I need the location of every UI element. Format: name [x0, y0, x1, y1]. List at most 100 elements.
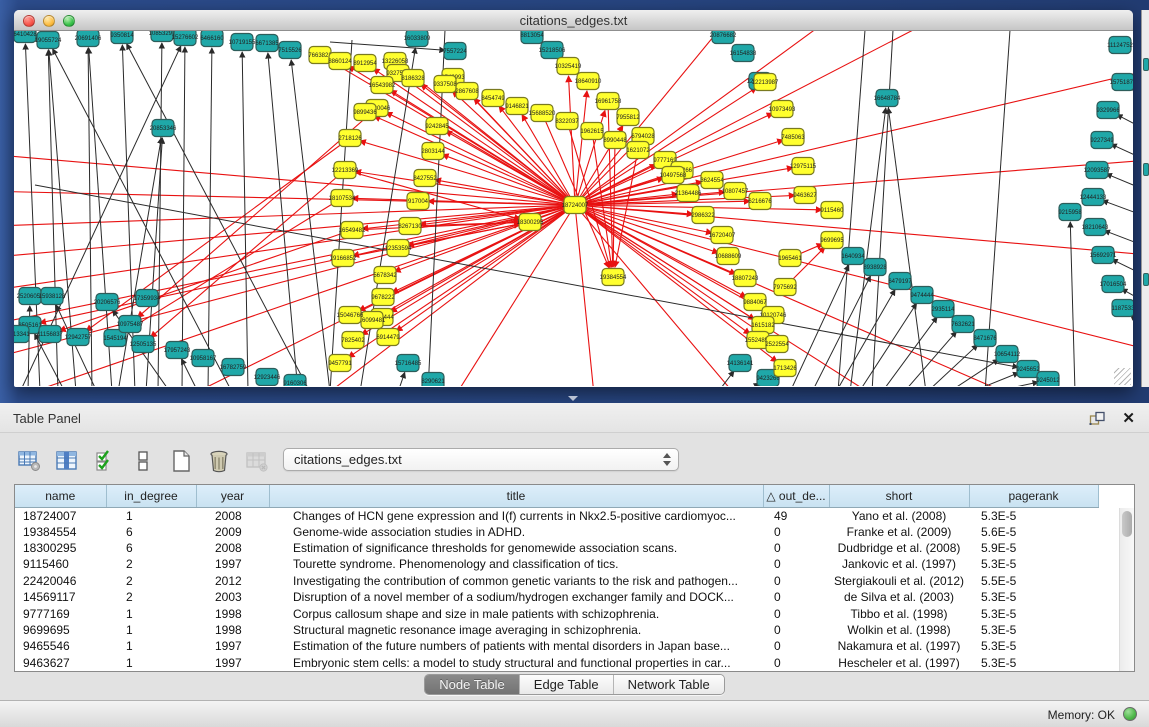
- graph-node[interactable]: 7632621: [951, 316, 975, 333]
- graph-node[interactable]: 7557224: [443, 43, 467, 60]
- column-header-pagerank[interactable]: pagerank: [969, 485, 1098, 507]
- scrollbar-thumb[interactable]: [1122, 511, 1132, 537]
- graph-node[interactable]: 10958167: [190, 350, 217, 367]
- window-resize-grip[interactable]: [1114, 368, 1131, 385]
- graph-node[interactable]: 9457791: [328, 355, 352, 372]
- graph-node[interactable]: 12505135: [130, 336, 157, 353]
- graph-node[interactable]: 8322037: [555, 113, 579, 130]
- graph-node[interactable]: 18807243: [732, 270, 759, 287]
- graph-node[interactable]: 14136141: [727, 355, 754, 372]
- graph-node[interactable]: 12213987: [752, 74, 779, 91]
- graph-node[interactable]: 3913341: [14, 326, 30, 343]
- graph-node[interactable]: 9699695: [820, 232, 844, 249]
- graph-node[interactable]: 9337508: [433, 76, 457, 93]
- graph-node[interactable]: 10973493: [769, 101, 796, 118]
- graph-node[interactable]: 17016504: [1100, 276, 1127, 293]
- graph-node[interactable]: 19166852: [330, 250, 357, 267]
- graph-node[interactable]: 19055724: [35, 32, 62, 49]
- graph-node[interactable]: 20876682: [710, 31, 737, 44]
- graph-node[interactable]: 16154838: [730, 45, 757, 62]
- memory-indicator-icon[interactable]: [1123, 707, 1137, 721]
- graph-node[interactable]: 3624554: [700, 172, 724, 189]
- graph-node[interactable]: 12444133: [1080, 189, 1107, 206]
- graph-node[interactable]: 7485063: [781, 129, 805, 146]
- table-row[interactable]: 1872400712008Changes of HCN gene express…: [15, 507, 1098, 524]
- graph-node[interactable]: 21364486: [675, 185, 702, 202]
- show-columns-button[interactable]: [54, 448, 80, 474]
- citation-network-graph[interactable]: 6410428190557242069140693508141085329715…: [14, 31, 1133, 386]
- graph-node[interactable]: 917004: [407, 193, 429, 210]
- table-row[interactable]: 946362711997Embryonic stem cells: a mode…: [15, 655, 1098, 671]
- graph-node[interactable]: 8860124: [328, 53, 352, 70]
- graph-node[interactable]: 9146821: [505, 98, 529, 115]
- network-window-titlebar[interactable]: citations_edges.txt: [14, 10, 1133, 31]
- table-row[interactable]: 946554611997Estimation of the future num…: [15, 638, 1098, 654]
- column-header-title[interactable]: title: [269, 485, 763, 507]
- graph-node[interactable]: 1965461: [778, 250, 802, 267]
- graph-node[interactable]: 10325419: [555, 58, 582, 75]
- graph-node[interactable]: 1962615: [580, 123, 604, 140]
- graph-node[interactable]: 15688520: [529, 105, 556, 122]
- table-row[interactable]: 2242004622012Investigating the contribut…: [15, 573, 1098, 589]
- row-checks-button[interactable]: [92, 448, 118, 474]
- graph-node[interactable]: 9227349: [1090, 132, 1114, 149]
- graph-node[interactable]: 17359934: [134, 290, 161, 307]
- graph-node[interactable]: 15218506: [539, 42, 566, 59]
- graph-node[interactable]: 8471676: [973, 330, 997, 347]
- graph-node[interactable]: 8990448: [603, 132, 627, 149]
- graph-node[interactable]: 16543982: [369, 77, 396, 94]
- graph-node[interactable]: 9215958: [1058, 204, 1082, 221]
- graph-node[interactable]: 6914479: [376, 329, 400, 346]
- graph-node[interactable]: 8912954: [353, 55, 377, 72]
- table-row[interactable]: 1830029562008Estimation of significance …: [15, 540, 1098, 556]
- graph-node[interactable]: 2803144: [421, 143, 445, 160]
- graph-node[interactable]: 20691406: [75, 31, 102, 47]
- graph-node[interactable]: 6479197: [888, 273, 912, 290]
- table-mode-button[interactable]: [16, 448, 42, 474]
- graph-node[interactable]: 8427552: [413, 170, 437, 187]
- new-column-button[interactable]: [168, 448, 194, 474]
- graph-node[interactable]: 1187533: [1112, 300, 1133, 317]
- graph-node[interactable]: 10497568: [660, 167, 687, 184]
- graph-node[interactable]: 9474444: [910, 287, 934, 304]
- table-row[interactable]: 911546021997Tourette syndrome. Phenomeno…: [15, 556, 1098, 572]
- tab-node-table[interactable]: Node Table: [425, 675, 519, 694]
- graph-node[interactable]: 1621072: [626, 142, 650, 159]
- graph-node[interactable]: 15046766: [337, 307, 364, 324]
- graph-node[interactable]: 9678222: [371, 289, 395, 306]
- close-panel-icon[interactable]: ✕: [1122, 409, 1135, 427]
- graph-node[interactable]: 8290621: [421, 373, 445, 387]
- graph-node[interactable]: 15716485: [395, 355, 422, 372]
- graph-node[interactable]: 2522554: [765, 336, 789, 353]
- graph-node[interactable]: 12213369: [332, 162, 359, 179]
- graph-node[interactable]: 15751874: [1110, 74, 1133, 91]
- graph-node[interactable]: 2935114: [932, 301, 956, 318]
- graph-node[interactable]: 15692971: [1090, 247, 1117, 264]
- graph-node[interactable]: 10975487: [117, 316, 144, 333]
- graph-node[interactable]: 1713426: [773, 360, 797, 377]
- column-header-name[interactable]: name: [15, 485, 106, 507]
- table-row[interactable]: 1456911722003Disruption of a novel membe…: [15, 589, 1098, 605]
- table-row[interactable]: 1938455462009Genome-wide association stu…: [15, 524, 1098, 540]
- graph-node[interactable]: 2718126: [338, 130, 362, 147]
- graph-node[interactable]: 5678342: [373, 267, 397, 284]
- delete-table-button[interactable]: [244, 448, 270, 474]
- graph-node[interactable]: 16720407: [709, 227, 736, 244]
- graph-node[interactable]: 10654112: [994, 346, 1021, 363]
- graph-node[interactable]: 15938128: [39, 288, 66, 305]
- graph-node[interactable]: 7955812: [616, 109, 640, 126]
- graph-node[interactable]: 17957243: [164, 342, 191, 359]
- graph-node[interactable]: 6671385: [255, 35, 279, 52]
- graph-node[interactable]: 18724007: [562, 197, 589, 214]
- graph-node[interactable]: 12923446: [254, 369, 281, 386]
- graph-node[interactable]: 9242845: [425, 118, 449, 135]
- table-scrollbar[interactable]: [1119, 508, 1134, 671]
- tab-network-table[interactable]: Network Table: [613, 675, 724, 694]
- graph-node[interactable]: 8938928: [863, 259, 887, 276]
- graph-node[interactable]: 8813054: [520, 31, 544, 44]
- graph-node[interactable]: 2867608: [455, 83, 479, 100]
- column-header-out_de[interactable]: △ out_de...: [763, 485, 829, 507]
- column-header-short[interactable]: short: [829, 485, 969, 507]
- graph-node[interactable]: 8186328: [401, 70, 425, 87]
- graph-node[interactable]: 15276602: [172, 31, 199, 46]
